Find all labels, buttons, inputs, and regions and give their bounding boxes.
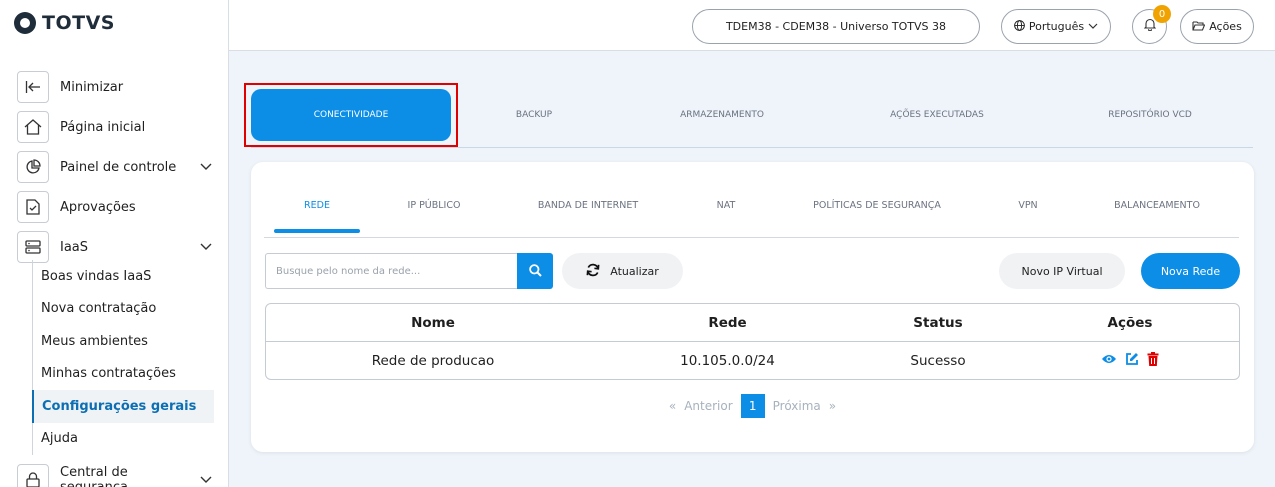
cell-network: 10.105.0.0/24 — [680, 353, 775, 369]
subtab-nat[interactable]: NAT — [678, 186, 774, 224]
file-check-icon — [17, 191, 49, 223]
collapse-left-icon — [17, 71, 49, 103]
table-row: Rede de producao 10.105.0.0/24 Sucesso — [266, 342, 1239, 379]
chevron-down-icon[interactable] — [199, 240, 213, 254]
actions-menu-button[interactable]: Ações — [1180, 9, 1254, 44]
previous-page-button[interactable]: Anterior — [684, 399, 732, 413]
notifications-badge: 0 — [1153, 5, 1171, 23]
sidebar-item-minimize[interactable]: Minimizar — [17, 67, 217, 107]
submenu-item-my-contracts[interactable]: Minhas contratações — [33, 358, 214, 391]
row-actions — [1021, 352, 1239, 370]
delete-icon[interactable] — [1147, 352, 1159, 370]
pagination: « Anterior 1 Próxima » — [251, 394, 1254, 418]
subtab-load-balancing[interactable]: BALANCEAMENTO — [1076, 186, 1238, 224]
tab-vcd-repository[interactable]: REPOSITÓRIO VCD — [1047, 89, 1253, 141]
sidebar-bottom: Central de segurança — [17, 460, 217, 487]
sidebar-item-security-center[interactable]: Central de segurança — [17, 460, 217, 487]
search-button[interactable] — [517, 253, 553, 289]
network-card: REDE IP PÚBLICO BANDA DE INTERNET NAT PO… — [251, 162, 1254, 452]
highlight-box — [244, 83, 458, 147]
search-input[interactable] — [265, 253, 517, 289]
tab-executed-actions[interactable]: AÇÕES EXECUTADAS — [827, 89, 1047, 141]
sidebar-item-home[interactable]: Página inicial — [17, 107, 217, 147]
tab-storage[interactable]: ARMAZENAMENTO — [617, 89, 827, 141]
active-tab-indicator — [274, 229, 360, 233]
bell-icon — [1143, 18, 1156, 35]
brand-name: TOTVS — [42, 12, 115, 34]
refresh-button[interactable]: Atualizar — [562, 253, 683, 289]
pie-chart-icon — [17, 151, 49, 183]
submenu-item-general-settings[interactable]: Configurações gerais — [32, 390, 214, 423]
last-page-button[interactable]: » — [829, 399, 836, 413]
column-header-network: Rede — [708, 314, 747, 331]
chevron-down-icon[interactable] — [199, 473, 213, 487]
subtab-vpn[interactable]: VPN — [980, 186, 1076, 224]
submenu-item-new-contract[interactable]: Nova contratação — [33, 293, 214, 326]
tab-backup[interactable]: BACKUP — [451, 89, 617, 141]
iaas-submenu: Boas vindas IaaS Nova contratação Meus a… — [32, 260, 214, 455]
submenu-item-welcome[interactable]: Boas vindas IaaS — [33, 260, 214, 293]
sidebar-item-label: Página inicial — [60, 119, 146, 135]
new-virtual-ip-button[interactable]: Novo IP Virtual — [999, 253, 1125, 289]
sidebar-item-label: Minimizar — [60, 79, 124, 95]
sidebar-item-label: Central de segurança — [60, 465, 128, 487]
server-icon — [17, 231, 49, 263]
sidebar-item-label: Painel de controle — [60, 159, 177, 175]
top-bar: TDEM38 - CDEM38 - Universo TOTVS 38 Port… — [229, 0, 1275, 51]
connectivity-subtabs: REDE IP PÚBLICO BANDA DE INTERNET NAT PO… — [264, 186, 1239, 238]
refresh-label: Atualizar — [610, 264, 659, 278]
chevron-down-icon — [1088, 20, 1098, 33]
chevron-down-icon[interactable] — [199, 160, 213, 174]
view-icon[interactable] — [1101, 353, 1117, 369]
sidebar: TOTVS Minimizar Página inicial Painel de… — [0, 0, 229, 487]
sidebar-item-label: IaaS — [60, 239, 89, 255]
totvs-logo-icon — [14, 12, 36, 34]
environment-selector[interactable]: TDEM38 - CDEM38 - Universo TOTVS 38 — [692, 9, 980, 44]
sidebar-nav: Minimizar Página inicial Painel de contr… — [17, 67, 217, 267]
current-page-button[interactable]: 1 — [740, 394, 765, 418]
submenu-item-help[interactable]: Ajuda — [33, 423, 214, 456]
column-header-status: Status — [913, 314, 963, 331]
new-network-button[interactable]: Nova Rede — [1141, 253, 1240, 289]
sidebar-item-approvals[interactable]: Aprovações — [17, 187, 217, 227]
subtab-security-policies[interactable]: POLÍTICAS DE SEGURANÇA — [774, 186, 980, 224]
search-icon — [528, 262, 542, 281]
sidebar-item-label: Aprovações — [60, 199, 136, 215]
subtab-public-ip[interactable]: IP PÚBLICO — [370, 186, 498, 224]
folder-open-icon — [1192, 20, 1206, 34]
table-header: Nome Rede Status Ações — [266, 304, 1239, 342]
language-label: Português — [1028, 20, 1085, 33]
cell-status: Sucesso — [910, 353, 966, 369]
sidebar-item-dashboard[interactable]: Painel de controle — [17, 147, 217, 187]
globe-icon — [1014, 19, 1025, 34]
brand-logo[interactable]: TOTVS — [14, 12, 115, 34]
cell-name: Rede de producao — [371, 353, 495, 369]
actions-label: Ações — [1209, 20, 1242, 33]
next-page-button[interactable]: Próxima — [773, 399, 821, 413]
first-page-button[interactable]: « — [669, 399, 676, 413]
submenu-item-my-environments[interactable]: Meus ambientes — [33, 325, 214, 358]
networks-table: Nome Rede Status Ações Rede de producao … — [265, 303, 1240, 380]
column-header-actions: Ações — [1107, 314, 1153, 331]
column-header-name: Nome — [411, 314, 455, 331]
language-selector[interactable]: Português — [1001, 9, 1111, 44]
edit-icon[interactable] — [1125, 352, 1139, 370]
subtab-network[interactable]: REDE — [264, 186, 370, 224]
lock-icon — [17, 464, 49, 487]
subtab-internet-bandwidth[interactable]: BANDA DE INTERNET — [498, 186, 678, 224]
home-icon — [17, 111, 49, 143]
refresh-icon — [586, 263, 600, 280]
